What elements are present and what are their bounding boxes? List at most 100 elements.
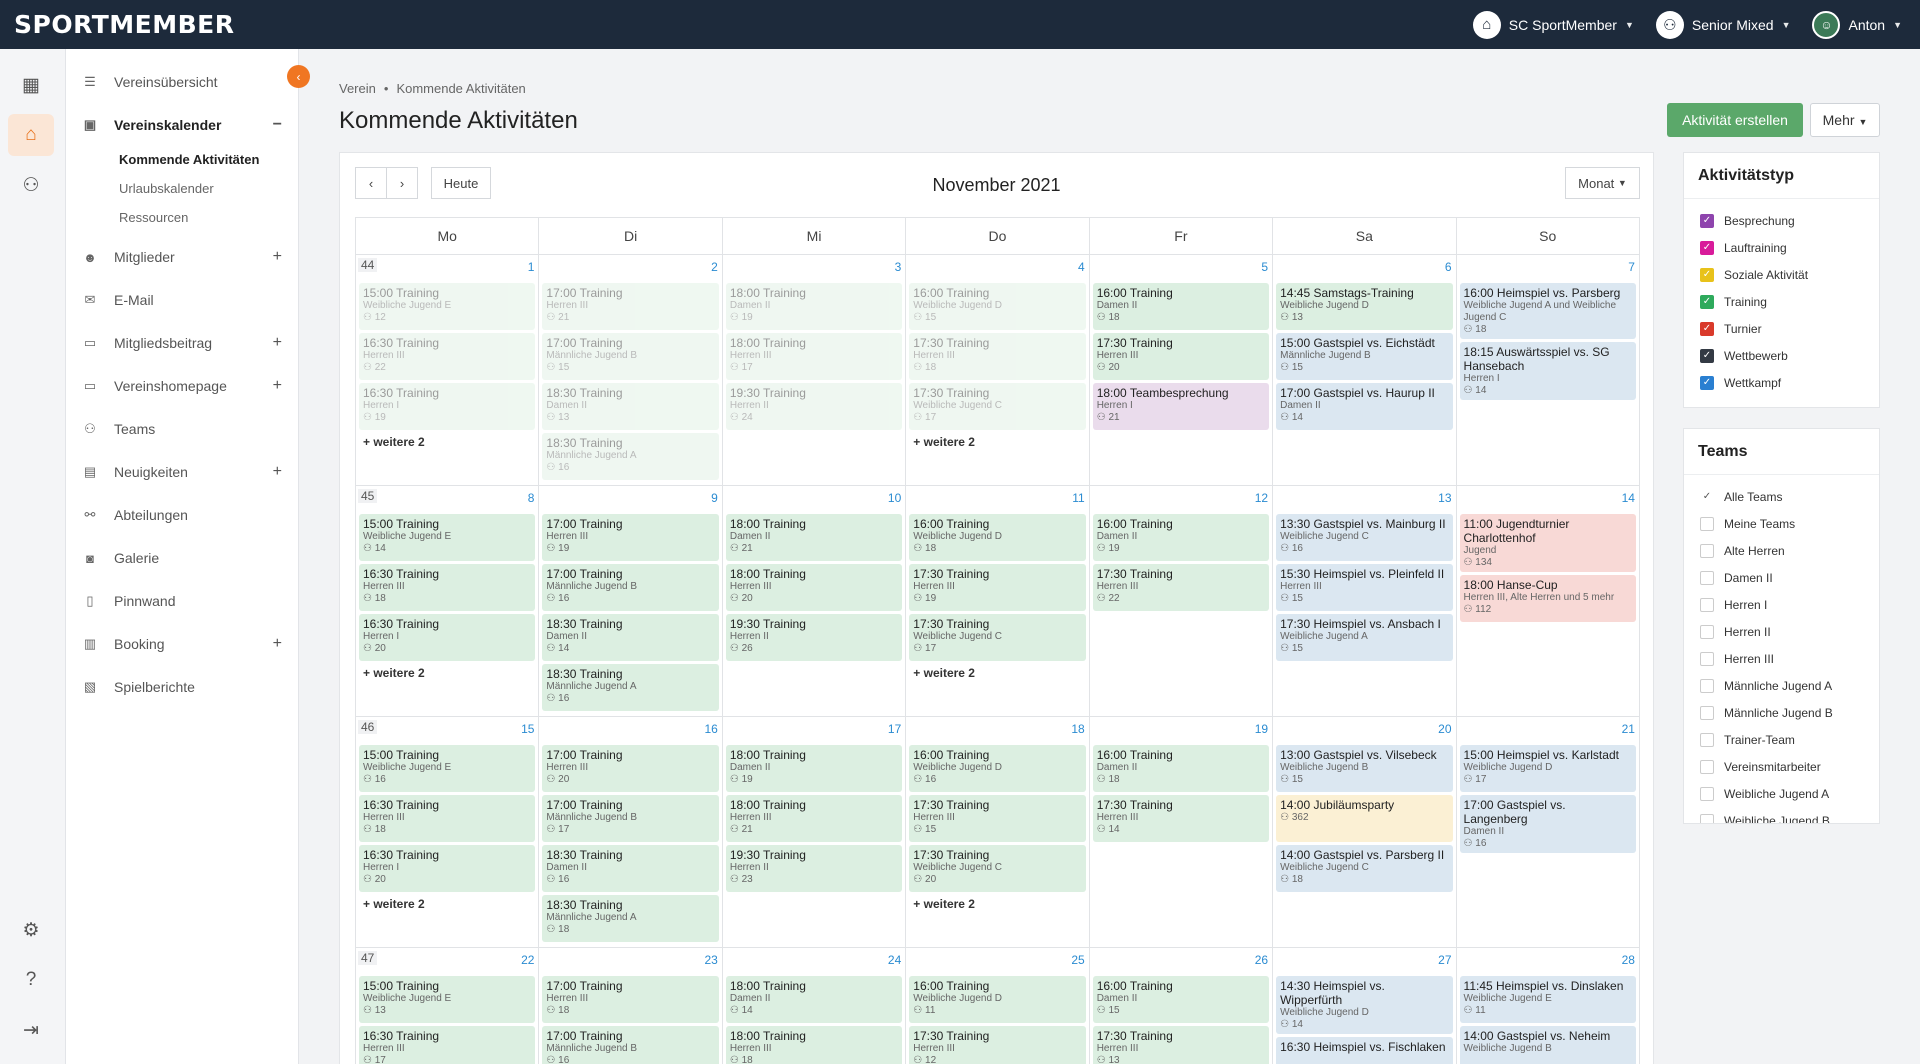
day-number[interactable]: 3: [895, 260, 902, 274]
checkbox-checked-icon[interactable]: ✓: [1700, 267, 1714, 282]
calendar-day[interactable]: 7 16:00 Heimspiel vs. Parsberg Weibliche J…: [1455, 255, 1639, 485]
day-number[interactable]: 6: [1445, 260, 1452, 274]
calendar-event[interactable]: 15:30 Heimspiel vs. Pleinfeld II Herren I…: [1276, 564, 1453, 611]
show-more-link[interactable]: + weitere 2: [359, 433, 535, 451]
checkbox-checked-icon[interactable]: ✓: [1700, 213, 1714, 228]
checkbox-checked-icon[interactable]: ✓: [1700, 490, 1714, 504]
more-button[interactable]: Mehr ▼: [1810, 103, 1880, 137]
calendar-event[interactable]: 19:30 Training Herren II ⚇ 26: [725, 614, 903, 661]
team-filter-item[interactable]: Meine Teams: [1684, 510, 1879, 537]
minus-icon[interactable]: −: [273, 116, 282, 134]
calendar-event[interactable]: 16:00 Training Damen II ⚇ 18: [1092, 283, 1270, 330]
calendar-event[interactable]: 17:00 Training Männliche Jugend B ⚇ 15: [542, 333, 719, 380]
day-number[interactable]: 24: [888, 953, 901, 967]
calendar-event[interactable]: 13:00 Gastspiel vs. Vilsebeck Weibliche J…: [1276, 745, 1453, 792]
calendar-event[interactable]: 17:00 Gastspiel vs. Langenberg Damen II ⚇ …: [1459, 795, 1636, 853]
sidebar-item-vereinskalender[interactable]: ▣ Vereinskalender −: [80, 110, 290, 140]
view-select[interactable]: Monat ▼: [1565, 167, 1640, 199]
calendar-event[interactable]: 17:00 Training Männliche Jugend B ⚇ 17: [542, 795, 719, 842]
calendar-event[interactable]: 18:30 Training Damen II ⚇ 13: [542, 383, 719, 430]
plus-icon[interactable]: +: [273, 635, 282, 653]
calendar-day[interactable]: 4 16:00 Training Weibliche Jugend D ⚇ 15 17:…: [905, 255, 1088, 485]
calendar-event[interactable]: 14:00 Gastspiel vs. Parsberg II Weibliche…: [1276, 845, 1453, 892]
calendar-event[interactable]: 17:30 Heimspiel vs. Ansbach I Weibliche J…: [1276, 614, 1453, 661]
day-number[interactable]: 23: [704, 953, 717, 967]
calendar-day[interactable]: 47 22 15:00 Training Weibliche Jugend E ⚇ 13…: [356, 948, 538, 1064]
checkbox-checked-icon[interactable]: ✓: [1700, 348, 1714, 363]
team-filter-item[interactable]: Herren III: [1684, 645, 1879, 672]
plus-icon[interactable]: +: [273, 334, 282, 352]
calendar-event[interactable]: 18:30 Training Männliche Jugend A ⚇ 16: [542, 433, 719, 480]
day-number[interactable]: 11: [1072, 491, 1084, 505]
calendar-event[interactable]: 19:30 Training Herren II ⚇ 24: [725, 383, 903, 430]
checkbox-icon[interactable]: [1700, 759, 1714, 774]
checkbox-icon[interactable]: [1700, 543, 1714, 558]
day-number[interactable]: 27: [1438, 953, 1451, 967]
calendar-event[interactable]: 14:00 Jubiläumsparty ⚇ 362: [1276, 795, 1453, 842]
calendar-day[interactable]: 16 17:00 Training Herren III ⚇ 20 17:00 Trai…: [538, 717, 721, 947]
calendar-event[interactable]: 15:00 Heimspiel vs. Karlstadt Weibliche J…: [1459, 745, 1636, 792]
team-filter-item[interactable]: Alte Herren: [1684, 537, 1879, 564]
calendar-day[interactable]: 28 11:45 Heimspiel vs. Dinslaken Weibliche…: [1455, 948, 1639, 1064]
calendar-day[interactable]: 20 13:00 Gastspiel vs. Vilsebeck Weibliche…: [1272, 717, 1455, 947]
team-filter-item[interactable]: Männliche Jugend B: [1684, 699, 1879, 726]
calendar-event[interactable]: 18:30 Training Damen II ⚇ 14: [542, 614, 719, 661]
calendar-day[interactable]: 24 18:00 Training Damen II ⚇ 14 18:00 Traini…: [721, 948, 905, 1064]
activity-type-filter-item[interactable]: ✓ Wettbewerb: [1684, 342, 1879, 369]
activity-type-filter-item[interactable]: ✓ Turnier: [1684, 315, 1879, 342]
checkbox-icon[interactable]: [1700, 651, 1714, 666]
sidebar-item-neuigkeiten[interactable]: ▤ Neuigkeiten +: [80, 457, 290, 487]
calendar-event[interactable]: 18:30 Training Männliche Jugend A ⚇ 18: [542, 895, 719, 942]
calendar-day[interactable]: 44 1 15:00 Training Weibliche Jugend E ⚇ 12 1…: [356, 255, 538, 485]
day-number[interactable]: 7: [1628, 260, 1635, 274]
day-number[interactable]: 26: [1255, 953, 1268, 967]
show-more-link[interactable]: + weitere 2: [909, 664, 1085, 682]
calendar-day[interactable]: 18 16:00 Training Weibliche Jugend D ⚇ 16 17…: [905, 717, 1088, 947]
today-button[interactable]: Heute: [431, 167, 491, 199]
calendar-event[interactable]: 17:00 Training Männliche Jugend B ⚇ 16: [542, 564, 719, 611]
activity-type-filter-item[interactable]: ✓ Training: [1684, 288, 1879, 315]
show-more-link[interactable]: + weitere 2: [359, 895, 535, 913]
calendar-event[interactable]: 17:30 Training Weibliche Jugend C ⚇ 17: [909, 383, 1086, 430]
calendar-day[interactable]: 45 8 15:00 Training Weibliche Jugend E ⚇ 14 1…: [356, 486, 538, 716]
checkbox-icon[interactable]: [1700, 786, 1714, 801]
teams-icon[interactable]: ⚇: [8, 164, 54, 206]
calendar-event[interactable]: 17:00 Gastspiel vs. Haurup II Damen II ⚇ 1…: [1276, 383, 1453, 430]
calendar-event[interactable]: 16:30 Training Herren III ⚇ 18: [359, 795, 536, 842]
home-icon[interactable]: ⌂: [8, 114, 54, 156]
checkbox-icon[interactable]: [1700, 516, 1714, 531]
day-number[interactable]: 9: [711, 491, 718, 505]
calendar-event[interactable]: 17:30 Training Weibliche Jugend C ⚇ 20: [909, 845, 1086, 892]
calendar-day[interactable]: 14 11:00 Jugendturnier Charlottenhof Jugen…: [1455, 486, 1639, 716]
calendar-event[interactable]: 16:00 Training Weibliche Jugend D ⚇ 11: [909, 976, 1086, 1023]
day-number[interactable]: 13: [1438, 491, 1451, 505]
day-number[interactable]: 4: [1078, 260, 1085, 274]
calendar-event[interactable]: 17:30 Training Herren III ⚇ 14: [1092, 795, 1270, 842]
calendar-day[interactable]: 3 18:00 Training Damen II ⚇ 19 18:00 Trainin…: [721, 255, 905, 485]
calendar-event[interactable]: 16:30 Training Herren III ⚇ 22: [359, 333, 536, 380]
day-number[interactable]: 1: [528, 260, 535, 274]
team-filter-item[interactable]: Herren II: [1684, 618, 1879, 645]
calendar-event[interactable]: 18:00 Training Damen II ⚇ 19: [725, 283, 903, 330]
day-number[interactable]: 20: [1438, 722, 1451, 736]
calendar-day[interactable]: 9 17:00 Training Herren III ⚇ 19 17:00 Train…: [538, 486, 721, 716]
activity-type-filter-item[interactable]: ✓ Wettkampf: [1684, 369, 1879, 396]
calendar-event[interactable]: 16:00 Training Weibliche Jugend D ⚇ 15: [909, 283, 1086, 330]
calendar-event[interactable]: 15:00 Training Weibliche Jugend E ⚇ 16: [359, 745, 536, 792]
checkbox-icon[interactable]: [1700, 705, 1714, 720]
help-icon[interactable]: ?: [8, 959, 54, 1001]
calendar-event[interactable]: 16:00 Training Weibliche Jugend D ⚇ 18: [909, 514, 1086, 561]
calendar-event[interactable]: 11:45 Heimspiel vs. Dinslaken Weibliche J…: [1459, 976, 1636, 1023]
day-number[interactable]: 22: [521, 953, 534, 967]
calendar-event[interactable]: 17:30 Training Herren III ⚇ 12: [909, 1026, 1086, 1064]
calendar-event[interactable]: 16:30 Training Herren III ⚇ 17: [359, 1026, 536, 1064]
calendar-day[interactable]: 27 14:30 Heimspiel vs. Wipperfürth Weiblic…: [1272, 948, 1455, 1064]
calendar-day[interactable]: 5 16:00 Training Damen II ⚇ 18 17:30 Trainin…: [1088, 255, 1272, 485]
show-more-link[interactable]: + weitere 2: [909, 895, 1085, 913]
day-number[interactable]: 8: [528, 491, 535, 505]
calendar-event[interactable]: 18:00 Training Herren III ⚇ 21: [725, 795, 903, 842]
calendar-event[interactable]: 17:30 Training Herren III ⚇ 13: [1092, 1026, 1270, 1064]
team-switcher[interactable]: ⚇ Senior Mixed ▼: [1655, 10, 1790, 39]
day-number[interactable]: 28: [1622, 953, 1635, 967]
sidebar-item-vereinsübersicht[interactable]: ☰ Vereinsübersicht: [80, 67, 290, 97]
